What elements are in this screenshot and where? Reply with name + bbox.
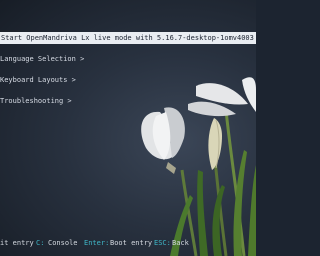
crocus-flower-left — [141, 107, 185, 174]
hint-boot-key: Enter: — [84, 239, 110, 247]
hint-console-action: Console — [48, 239, 78, 247]
boot-entry-label: Keyboard Layouts > — [0, 76, 76, 84]
boot-entry-label: Start OpenMandriva Lx live mode with 5.1… — [1, 34, 254, 42]
hint-back-action: Back — [172, 239, 189, 247]
boot-entry-live-mode[interactable]: Start OpenMandriva Lx live mode with 5.1… — [0, 32, 256, 44]
hint-boot-action: Boot entry — [110, 239, 153, 247]
hint-console-key: C: — [36, 239, 45, 247]
crocus-flower-right — [188, 77, 256, 117]
key-hints-bar: it entry C: Console Enter: Boot entry ES… — [0, 237, 256, 249]
boot-entry-label: Language Selection > — [0, 55, 85, 63]
boot-entry-label: Troubleshooting > — [0, 97, 72, 105]
crocus-bud-middle — [208, 118, 222, 170]
hint-back-key: ESC: — [154, 239, 171, 247]
hint-edit-entry: it entry — [0, 239, 34, 247]
